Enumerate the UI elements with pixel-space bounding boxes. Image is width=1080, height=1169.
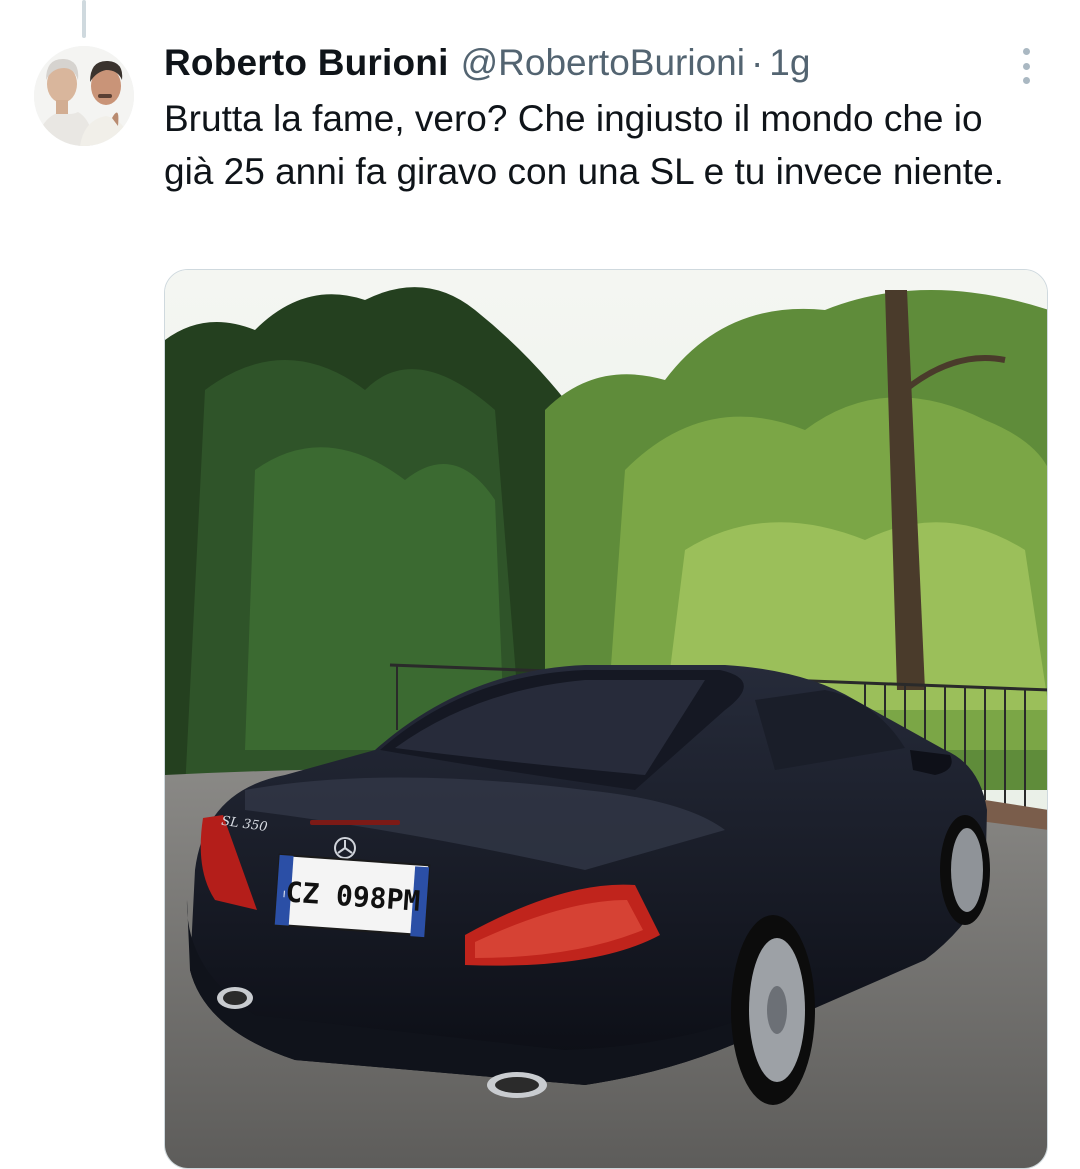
avatar[interactable] [34,46,134,146]
separator-dot: · [750,42,764,83]
avatar-photo [34,46,134,146]
author-name[interactable]: Roberto Burioni [164,40,449,86]
tweet-timestamp[interactable]: 1g [769,40,810,86]
more-vertical-icon[interactable] [1012,44,1040,88]
tweet-header: Roberto Burioni @RobertoBurioni · 1g [164,40,990,86]
thread-connector-line [82,0,86,38]
tweet-photo[interactable]: CZ 098PM I SL 350 [164,269,1048,1169]
tweet-text: Brutta la fame, vero? Che ingiusto il mo… [164,98,1004,192]
author-handle[interactable]: @RobertoBurioni [461,40,745,86]
photo-car-in-garden: CZ 098PM I SL 350 [165,270,1047,1168]
